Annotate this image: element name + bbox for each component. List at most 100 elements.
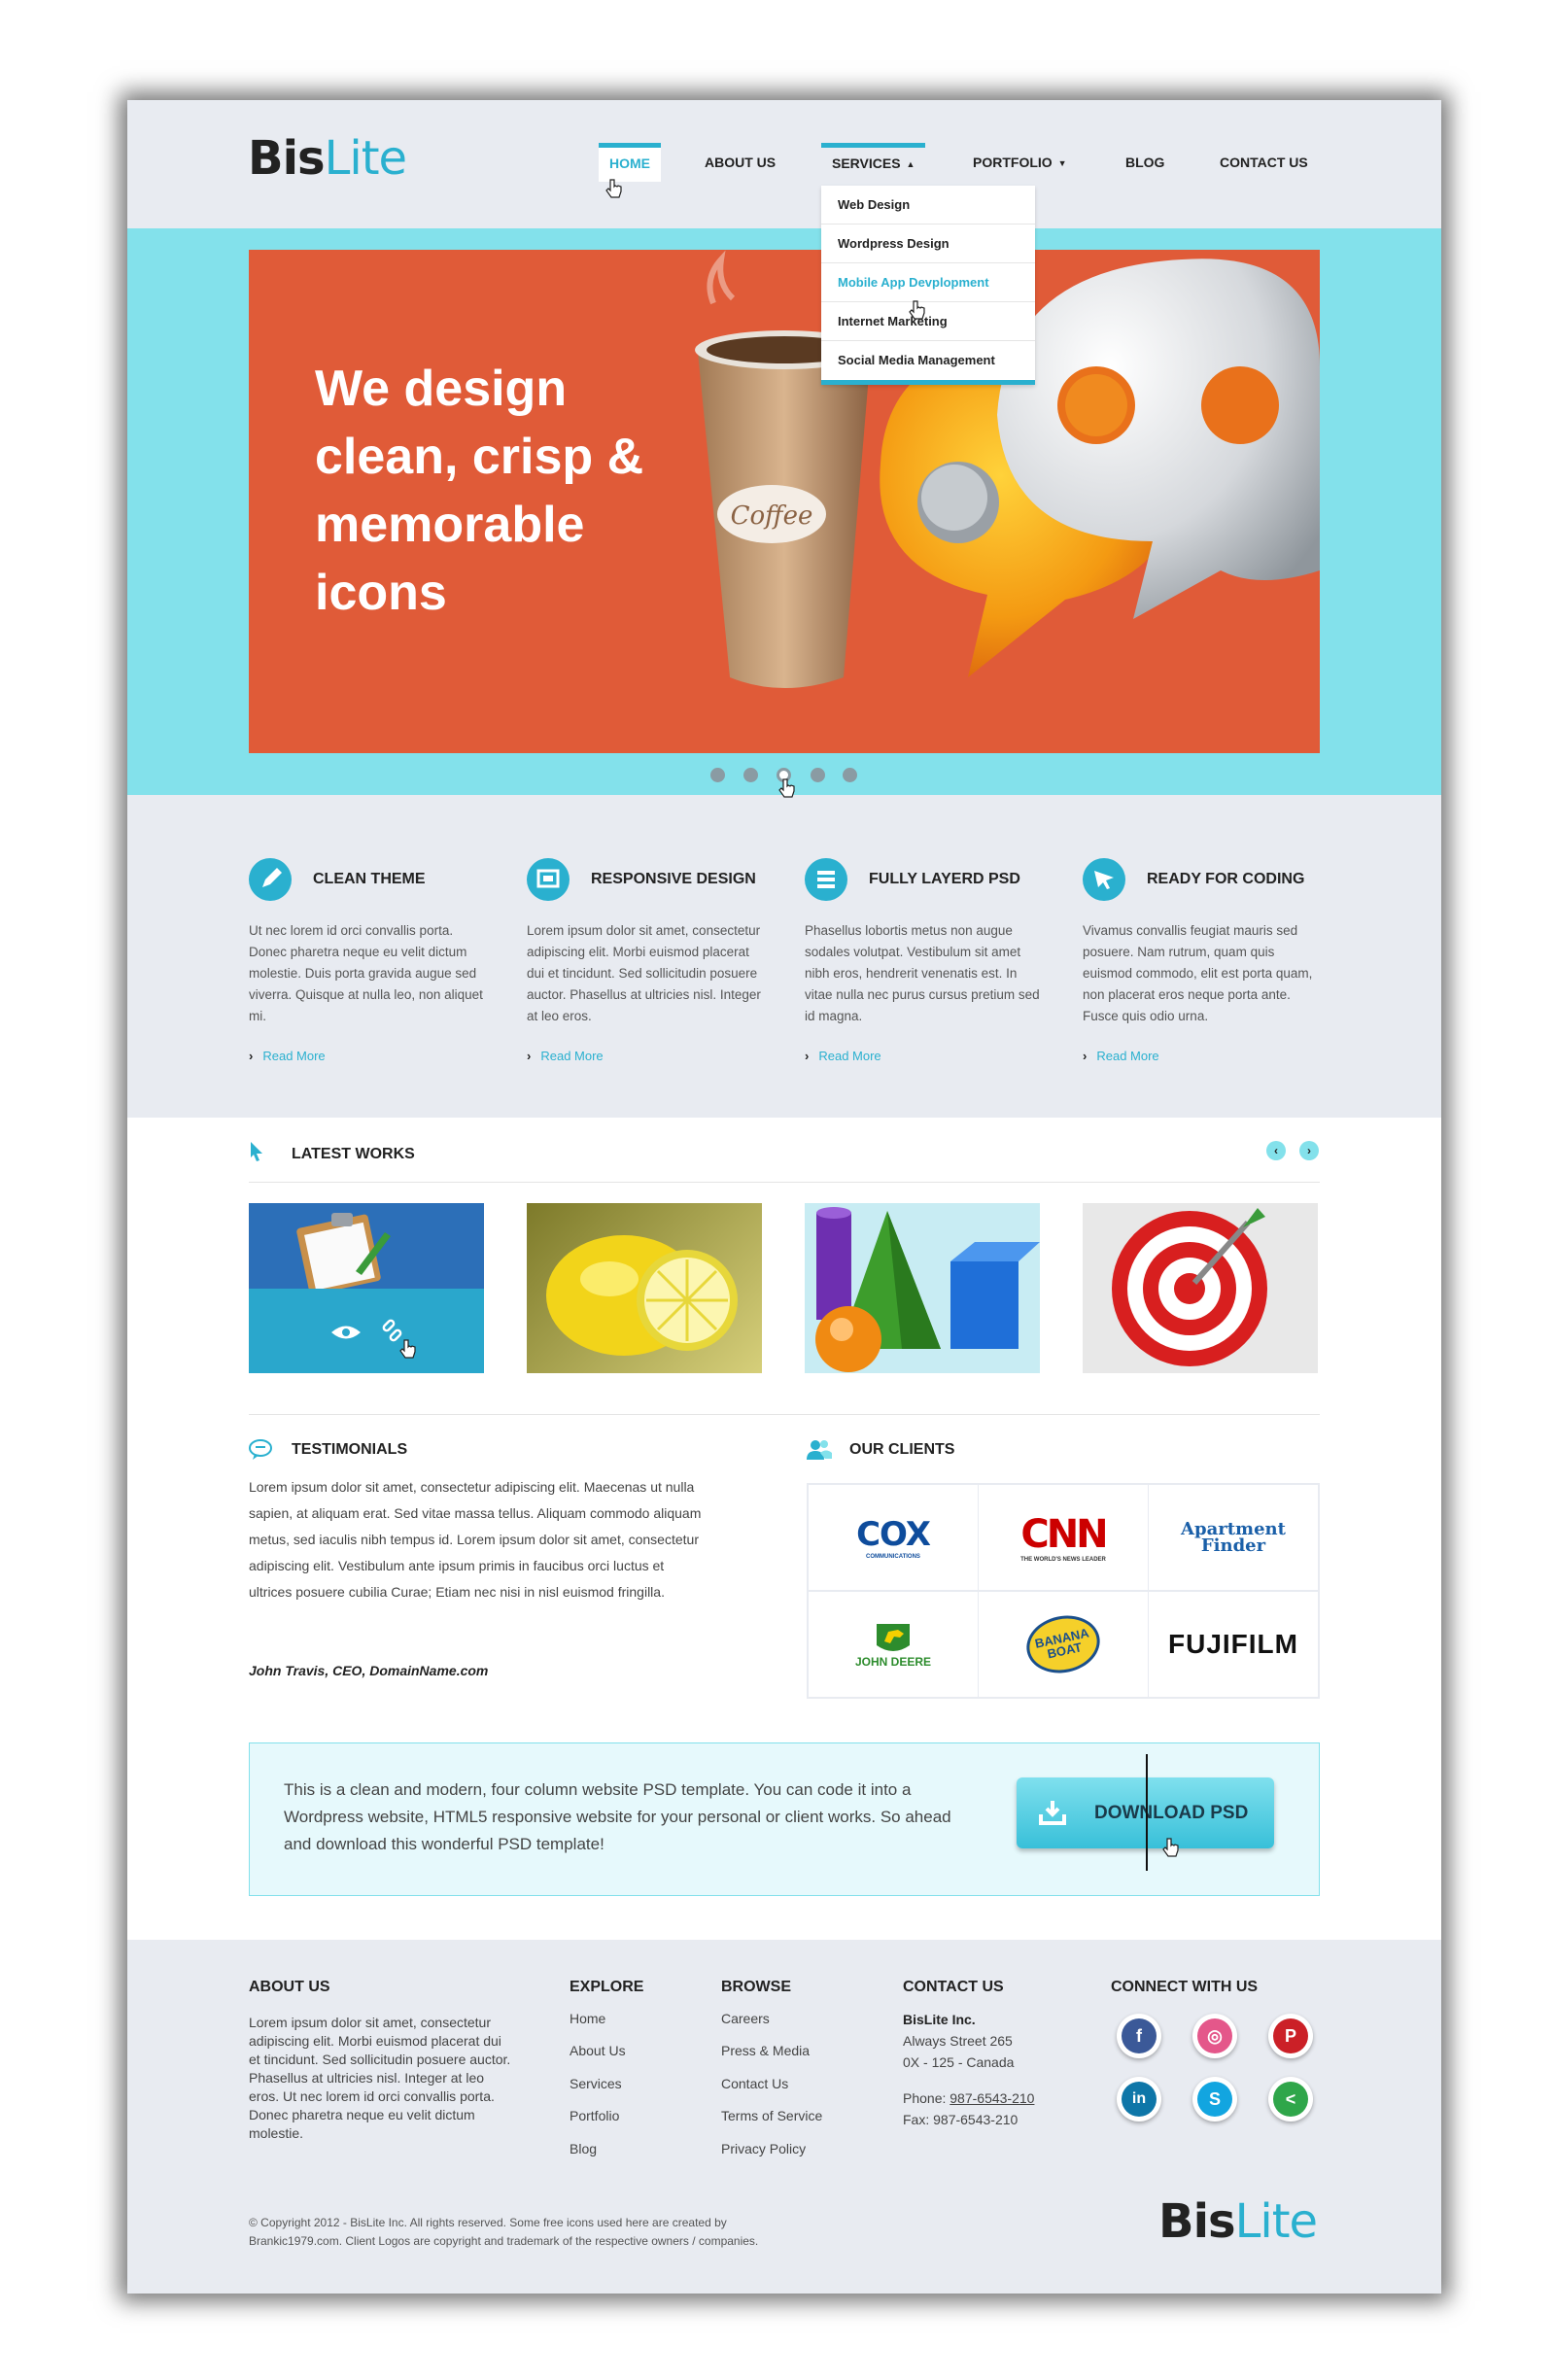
footer-link-portfolio[interactable]: Portfolio <box>570 2108 619 2123</box>
client-logo-cnn[interactable]: CNN THE WORLD'S NEWS LEADER <box>979 1485 1148 1590</box>
footer-link-about-us[interactable]: About Us <box>570 2043 626 2058</box>
footer-link-services[interactable]: Services <box>570 2076 622 2091</box>
menu-item-internet-marketing[interactable]: Internet Marketing <box>821 302 1035 341</box>
download-psd-button[interactable]: DOWNLOAD PSD <box>1017 1754 1274 1871</box>
footer-logo-light: Lite <box>1234 2194 1318 2249</box>
latest-works-title: LATEST WORKS <box>292 1146 415 1162</box>
menu-item-wordpress-design[interactable]: Wordpress Design <box>821 224 1035 263</box>
client-logo-cox[interactable]: COX COMMUNICATIONS <box>809 1485 978 1590</box>
read-more-link[interactable]: Read More <box>805 1049 881 1063</box>
menu-item-mobile-app[interactable]: Mobile App Devplopment <box>821 263 1035 302</box>
footer-link-privacy[interactable]: Privacy Policy <box>721 2141 806 2156</box>
users-icon <box>807 1440 832 1460</box>
footer-phone: Phone: 987-6543-210 <box>903 2090 1034 2106</box>
download-icon <box>1039 1801 1066 1825</box>
nav-services-label: SERVICES <box>832 155 901 171</box>
pinterest-button[interactable]: P <box>1268 2014 1313 2058</box>
footer-link-home[interactable]: Home <box>570 2011 605 2026</box>
services-dropdown: Web Design Wordpress Design Mobile App D… <box>821 186 1035 385</box>
nav-services[interactable]: SERVICES ▲ <box>821 143 926 182</box>
pinterest-icon: P <box>1273 2018 1308 2053</box>
facebook-button[interactable]: f <box>1117 2014 1161 2058</box>
feature-text: Ut nec lorem id orci convallis porta. Do… <box>249 923 483 1023</box>
download-cta: This is a clean and modern, four column … <box>249 1742 1320 1896</box>
cta-text: This is a clean and modern, four column … <box>284 1780 951 1853</box>
feature-title: CLEAN THEME <box>313 871 426 887</box>
speech-bubble-icon <box>249 1439 272 1460</box>
features-section: CLEAN THEME Ut nec lorem id orci convall… <box>127 795 1441 1118</box>
copyright-line-1: © Copyright 2012 - BisLite Inc. All righ… <box>249 2216 727 2229</box>
footer-link-contact-us[interactable]: Contact Us <box>721 2076 788 2091</box>
footer-link-terms[interactable]: Terms of Service <box>721 2108 822 2123</box>
screen-icon <box>527 858 570 901</box>
footer-logo-bold: Bis <box>1158 2194 1236 2249</box>
works-next-button[interactable]: › <box>1299 1141 1319 1160</box>
client-logo-banana-boat[interactable]: BANANA BOAT <box>979 1592 1148 1697</box>
page: BisLite HOME ABOUT US SERVICES ▲ PORTFOLI… <box>127 100 1441 2294</box>
chevron-down-icon: ▼ <box>1057 158 1067 169</box>
nav-blog[interactable]: BLOG <box>1115 143 1175 182</box>
client-logo-apartment-finder[interactable]: Apartment Finder <box>1149 1485 1318 1590</box>
logo-bold: Bis <box>248 131 326 186</box>
work-thumb-shapes[interactable] <box>805 1203 1040 1373</box>
share-button[interactable]: < <box>1268 2077 1313 2121</box>
dribbble-button[interactable]: ◎ <box>1192 2014 1237 2058</box>
work-thumb-target[interactable] <box>1083 1203 1318 1373</box>
slider-dot-1[interactable] <box>710 768 725 782</box>
hand-cursor-icon <box>605 179 622 198</box>
footer-about-text: Lorem ipsum dolor sit amet, consectetur … <box>249 2015 511 2141</box>
client-logo-john-deere[interactable]: JOHN DEERE <box>809 1592 978 1697</box>
nav-portfolio[interactable]: PORTFOLIO ▼ <box>962 143 1078 182</box>
work-thumb-lemon[interactable] <box>527 1203 762 1373</box>
footer-link-press-media[interactable]: Press & Media <box>721 2043 810 2058</box>
read-more-link[interactable]: Read More <box>249 1049 325 1063</box>
share-icon: < <box>1273 2082 1308 2117</box>
testimonial-author: John Travis, CEO, DomainName.com <box>249 1663 489 1678</box>
linkedin-button[interactable]: in <box>1117 2077 1161 2121</box>
slider-dot-2[interactable] <box>743 768 758 782</box>
slider-dot-5[interactable] <box>843 768 857 782</box>
nav-about-us[interactable]: ABOUT US <box>694 143 786 182</box>
work-thumb-clipboard[interactable] <box>249 1203 484 1373</box>
feature-title: RESPONSIVE DESIGN <box>591 871 756 887</box>
clients-title: OUR CLIENTS <box>849 1441 955 1458</box>
skype-button[interactable]: S <box>1192 2077 1237 2121</box>
hero-slider: We design clean, crisp & memorable icons… <box>127 228 1441 798</box>
testimonials-title: TESTIMONIALS <box>292 1441 408 1458</box>
pointer-arrow-icon <box>251 1142 262 1161</box>
cox-logo-sub: COMMUNICATIONS <box>866 1554 920 1560</box>
footer: ABOUT US Lorem ipsum dolor sit amet, con… <box>127 1940 1441 2294</box>
fujifilm-logo-text: FUJIFILM <box>1168 1629 1298 1659</box>
logo-light: Lite <box>324 131 407 186</box>
cox-logo-text: COX <box>856 1515 931 1554</box>
menu-item-social-media[interactable]: Social Media Management <box>821 341 1035 380</box>
read-more-link[interactable]: Read More <box>527 1049 603 1063</box>
footer-logo[interactable]: BisLite <box>1158 2194 1318 2249</box>
nav-home-label: HOME <box>609 155 650 171</box>
nav-blog-label: BLOG <box>1125 155 1165 170</box>
hand-cursor-icon <box>909 300 925 320</box>
menu-item-web-design[interactable]: Web Design <box>821 186 1035 224</box>
slider-dot-4[interactable] <box>811 768 825 782</box>
hero-slide[interactable]: We design clean, crisp & memorable icons… <box>249 250 1320 753</box>
footer-connect-title: CONNECT WITH US <box>1111 1979 1259 1995</box>
nav-contact-label: CONTACT US <box>1220 155 1308 170</box>
cursor-icon <box>1083 858 1125 901</box>
logo[interactable]: BisLite <box>248 131 407 186</box>
phone-link[interactable]: 987-6543-210 <box>950 2090 1034 2106</box>
hand-cursor-icon <box>778 778 795 798</box>
footer-address-1: Always Street 265 <box>903 2033 1013 2049</box>
nav-home[interactable]: HOME <box>599 143 661 182</box>
footer-link-blog[interactable]: Blog <box>570 2141 597 2156</box>
facebook-icon: f <box>1122 2018 1157 2053</box>
copyright-line-2: Brankic1979.com. Client Logos are copyri… <box>249 2234 759 2248</box>
footer-address-2: 0X - 125 - Canada <box>903 2054 1015 2070</box>
footer-link-careers[interactable]: Careers <box>721 2011 770 2026</box>
hero-headline-1: We design <box>315 361 568 417</box>
read-more-link[interactable]: Read More <box>1083 1049 1158 1063</box>
layers-icon <box>805 858 847 901</box>
client-logo-fujifilm[interactable]: FUJIFILM <box>1149 1592 1318 1697</box>
feature-text: Lorem ipsum dolor sit amet, consectetur … <box>527 923 761 1023</box>
nav-contact-us[interactable]: CONTACT US <box>1209 143 1319 182</box>
works-prev-button[interactable]: ‹ <box>1266 1141 1286 1160</box>
